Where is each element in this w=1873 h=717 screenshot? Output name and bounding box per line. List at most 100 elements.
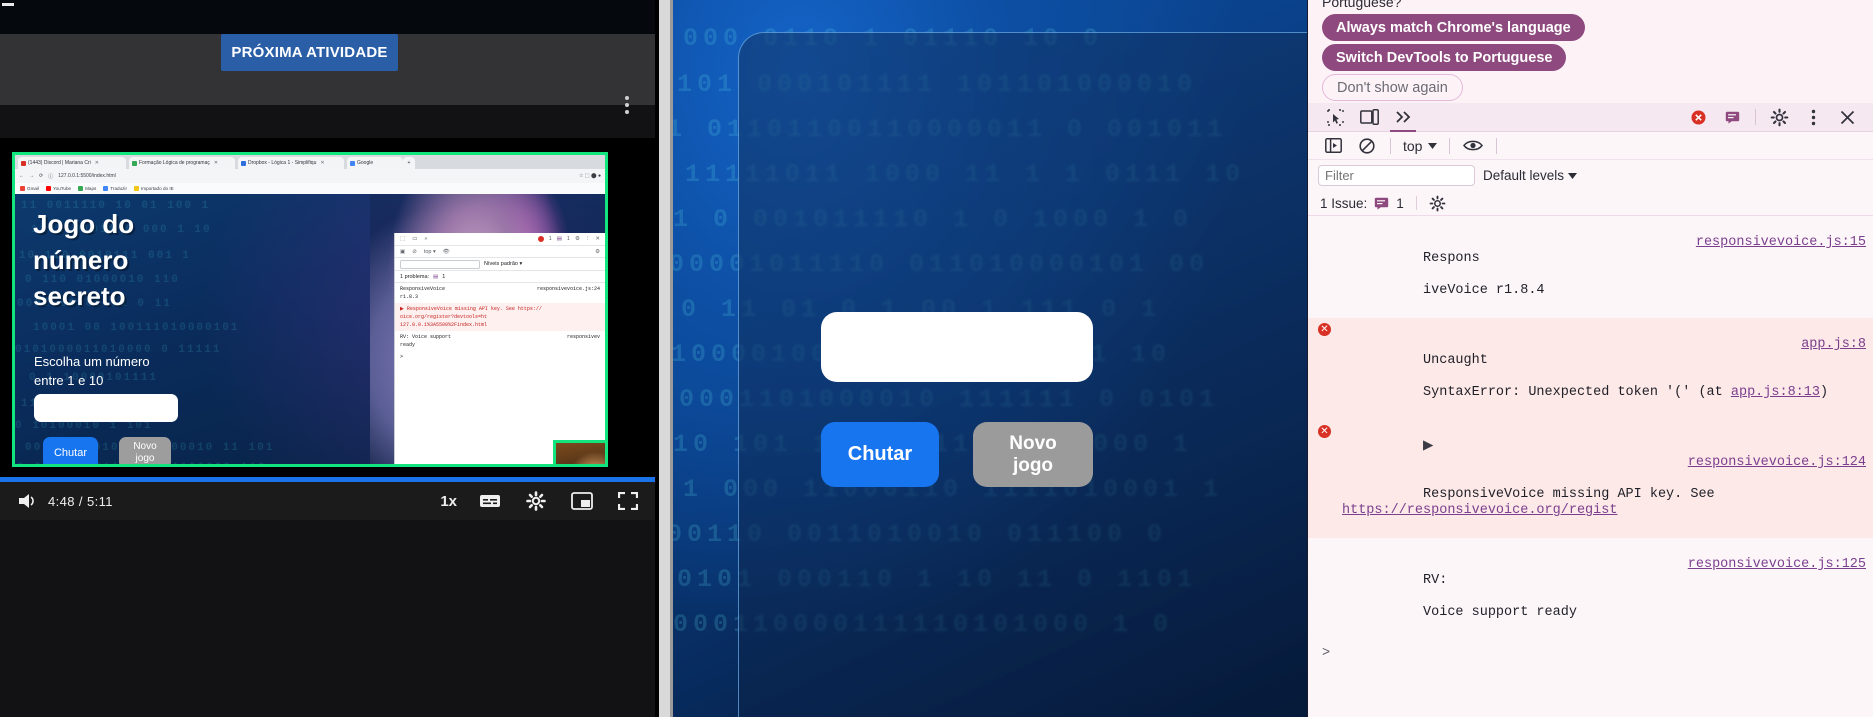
inspect-element-icon[interactable]: ⬚ <box>400 236 405 242</box>
close-icon[interactable]: ✕ <box>595 236 600 242</box>
log-text: RV: Voice support <box>400 334 452 340</box>
log-text-cont2: 127.0.0.1%3A5500%2Findex.html <box>400 322 488 328</box>
console-filter-input[interactable] <box>1318 165 1475 186</box>
back-icon[interactable]: ← <box>19 173 24 179</box>
console-sidebar-icon[interactable]: ▣ <box>400 249 405 255</box>
more-panels-icon[interactable]: » <box>424 236 427 242</box>
recorded-filter-input[interactable] <box>400 259 480 269</box>
volume-icon[interactable] <box>14 488 40 514</box>
recorded-page-subtitle: Escolha um número entre 1 e 10 <box>34 352 214 390</box>
message-source-link[interactable]: app.js:8 <box>1801 337 1866 353</box>
console-sidebar-icon[interactable] <box>1316 131 1350 160</box>
console-settings-icon[interactable] <box>1429 195 1446 212</box>
recorded-settings-icon[interactable]: ⚙ <box>595 249 600 255</box>
tab-close-icon[interactable]: ✕ <box>320 160 324 166</box>
bookmark-item[interactable]: Importado do IE <box>133 186 174 191</box>
message-text-continued: iveVoice r1.8.4 <box>1423 283 1545 298</box>
expand-arrow-icon[interactable]: ▶ <box>1423 439 1433 454</box>
issues-icon[interactable] <box>1715 103 1749 132</box>
more-options-icon[interactable] <box>1796 103 1830 132</box>
errors-icon[interactable] <box>1681 103 1715 132</box>
bookmark-item[interactable]: Maps <box>78 186 96 191</box>
live-expression-icon[interactable]: 👁 <box>443 249 450 255</box>
recorded-guess-input[interactable] <box>34 394 178 422</box>
message-source-link[interactable]: responsivevoice.js:15 <box>1696 235 1866 251</box>
more-options-icon[interactable] <box>616 90 638 120</box>
message-inline-link[interactable]: app.js:8:13 <box>1731 385 1820 400</box>
console-message-info[interactable]: responsivevoice.js:15 Respons iveVoice r… <box>1308 216 1873 318</box>
live-expression-icon[interactable] <box>1456 131 1490 160</box>
console-prompt[interactable]: > <box>1308 640 1873 667</box>
device-toolbar-icon[interactable] <box>1352 103 1386 132</box>
device-toolbar-icon[interactable]: ▭ <box>412 236 417 242</box>
omnibox-actions: ☆ ⬚ ⬤ ● <box>579 173 601 179</box>
recorded-tab[interactable]: Dropbox - Lógica 1 - Simplifiqu ✕ <box>238 157 344 169</box>
settings-gear-icon[interactable]: ⚙ <box>575 236 580 242</box>
log-source[interactable]: responsivev <box>567 333 600 341</box>
video-controls-bar: 4:48 / 5:11 1x <box>0 482 655 520</box>
issues-icon[interactable]: ▤ <box>557 236 562 242</box>
log-text-cont: r1.8.3 <box>400 294 419 300</box>
reload-icon[interactable]: ⟳ <box>39 173 43 179</box>
site-info-icon[interactable]: ⓘ <box>48 173 53 180</box>
error-icon: ✕ <box>1318 425 1331 438</box>
bookmark-item[interactable]: Gmail <box>20 186 39 191</box>
video-stage[interactable]: (1443) Discord | Mariana Cri ✕ Formação … <box>0 138 655 477</box>
recorded-tab[interactable]: (1443) Discord | Mariana Cri ✕ <box>18 157 126 169</box>
issues-summary-bar[interactable]: 1 Issue: 1 <box>1308 191 1873 216</box>
novo-jogo-button[interactable]: Novo jogo <box>973 422 1093 487</box>
message-text: Uncaught <box>1423 353 1488 368</box>
issues-icon[interactable]: ▤ <box>433 274 438 280</box>
tab-close-icon[interactable]: ✕ <box>214 160 218 166</box>
issues-label: 1 problema: <box>400 273 430 280</box>
player-header-strip <box>0 105 655 138</box>
captions-icon[interactable] <box>477 488 503 514</box>
recorded-chutar-button[interactable]: Chutar <box>43 437 98 464</box>
bookmark-label: Importado do IE <box>140 186 174 191</box>
log-text-cont: oice.org/register?devtools=ht <box>400 314 488 320</box>
javascript-context-select[interactable]: top <box>1397 138 1443 154</box>
new-tab-button[interactable]: + <box>403 157 415 169</box>
console-message-error[interactable]: ✕ app.js:8 Uncaught SyntaxError: Unexpec… <box>1308 318 1873 420</box>
recorded-novo-jogo-button[interactable]: Novo jogo <box>119 437 171 464</box>
log-levels-select[interactable]: Default levels <box>1483 168 1578 183</box>
recorded-url[interactable]: 127.0.0.1:5500/index.html <box>58 173 116 179</box>
recorded-console-prompt[interactable]: > <box>395 351 605 363</box>
always-match-language-button[interactable]: Always match Chrome's language <box>1322 14 1585 41</box>
inspect-element-icon[interactable] <box>1318 103 1352 132</box>
bookmark-item[interactable]: YouTube <box>46 186 71 191</box>
settings-gear-icon[interactable] <box>1762 103 1796 132</box>
error-count: 1 <box>548 236 552 242</box>
log-source[interactable]: responsivevoice.js:24 <box>537 285 600 293</box>
window-divider[interactable] <box>655 0 673 717</box>
tab-favicon <box>132 160 137 166</box>
clear-console-icon[interactable] <box>1350 131 1384 160</box>
forward-icon[interactable]: → <box>29 173 34 179</box>
message-inline-link[interactable]: https://responsivevoice.org/regist <box>1342 503 1617 518</box>
more-options-icon[interactable]: ⋮ <box>585 236 591 242</box>
recorded-levels-select[interactable]: Níveis padrão ▾ <box>484 261 522 267</box>
recorded-tab[interactable]: Formação Lógica de programaç ✕ <box>129 157 235 169</box>
next-activity-button[interactable]: PRÓXIMA ATIVIDADE <box>221 34 398 71</box>
dont-show-again-button[interactable]: Don't show again <box>1322 74 1463 101</box>
picture-in-picture-icon[interactable] <box>569 488 595 514</box>
recorded-tab[interactable]: Google <box>347 157 403 169</box>
message-source-link[interactable]: responsivevoice.js:125 <box>1688 557 1866 573</box>
playback-speed-button[interactable]: 1x <box>440 493 457 510</box>
recorded-context-select[interactable]: top ▾ <box>424 249 436 255</box>
tab-close-icon[interactable]: ✕ <box>95 160 99 166</box>
chevron-down-icon <box>1428 142 1438 149</box>
console-message-error[interactable]: ✕ ▶ responsivevoice.js:124 ResponsiveVoi… <box>1308 420 1873 538</box>
switch-devtools-language-button[interactable]: Switch DevTools to Portuguese <box>1322 44 1567 71</box>
bookmark-item[interactable]: Traduzir <box>103 186 127 191</box>
errors-icon[interactable] <box>537 236 544 242</box>
message-source-link[interactable]: responsivevoice.js:124 <box>1688 455 1866 471</box>
fullscreen-icon[interactable] <box>615 488 641 514</box>
settings-gear-icon[interactable] <box>523 488 549 514</box>
console-message-info[interactable]: responsivevoice.js:125 RV: Voice support… <box>1308 538 1873 640</box>
clear-console-icon[interactable]: ⊘ <box>412 249 417 255</box>
chutar-button[interactable]: Chutar <box>821 422 939 487</box>
more-panels-icon[interactable] <box>1386 103 1420 132</box>
guess-input[interactable] <box>821 312 1093 382</box>
close-icon[interactable] <box>1830 103 1864 132</box>
